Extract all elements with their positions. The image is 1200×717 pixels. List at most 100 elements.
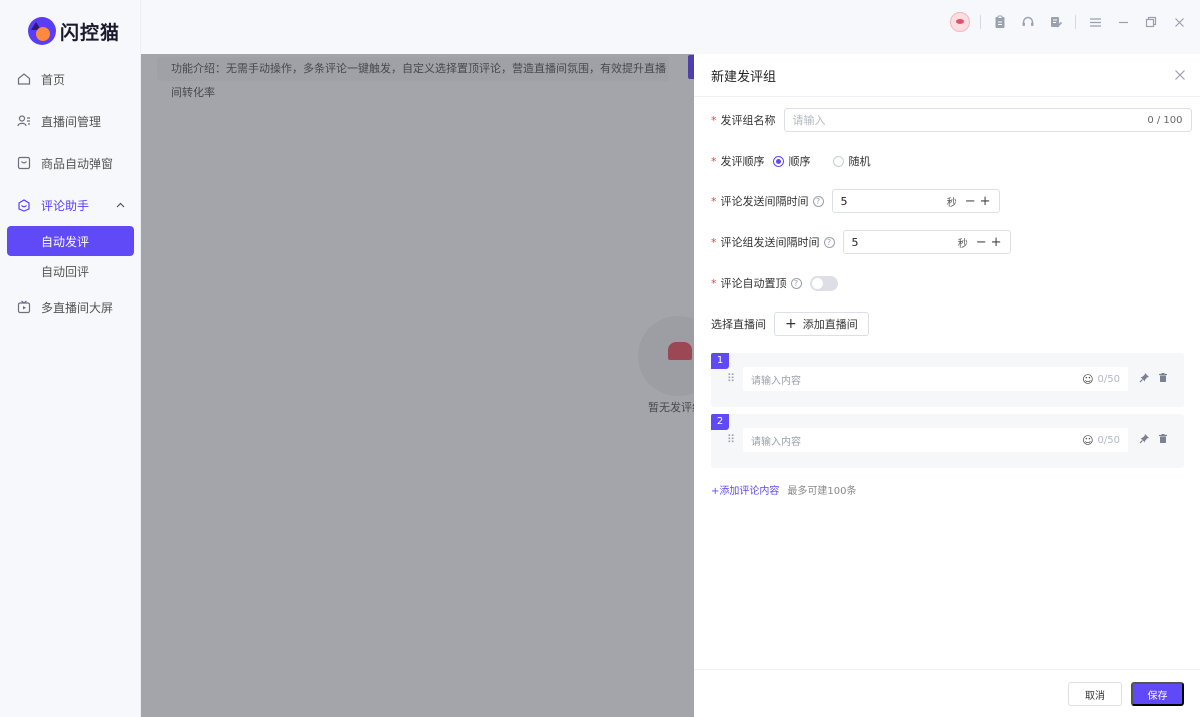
- order-label: 发评顺序: [720, 155, 765, 168]
- window-controls: [950, 12, 1188, 32]
- sidebar-item-live-room[interactable]: 直播间管理: [0, 100, 141, 142]
- char-count: 0 / 100: [1147, 114, 1183, 126]
- emoji-icon[interactable]: ☺: [1082, 434, 1093, 447]
- group-interval-input[interactable]: 5 秒 − +: [842, 230, 1011, 254]
- pin-icon[interactable]: [1139, 372, 1150, 386]
- app-logo[interactable]: 闪控猫: [28, 17, 120, 45]
- interval-row: * 评论发送间隔时间 ? 5 秒 − +: [711, 189, 1000, 213]
- order-radio-random[interactable]: 随机: [832, 153, 871, 169]
- drawer-footer: 取消 保存: [694, 669, 1200, 717]
- emoji-icon[interactable]: ☺: [1082, 373, 1093, 386]
- sidebar-item-label: 首页: [41, 72, 66, 87]
- restore-icon[interactable]: [1142, 13, 1160, 31]
- modal-overlay[interactable]: [141, 54, 694, 717]
- app-name: 闪控猫: [60, 21, 121, 44]
- order-row: * 发评顺序 顺序 随机: [711, 153, 885, 169]
- room-label: 选择直播间: [711, 318, 766, 331]
- group-name-label: 发评组名称: [720, 114, 776, 127]
- help-icon[interactable]: ?: [823, 236, 835, 248]
- drawer-header: 新建发评组: [694, 54, 1200, 97]
- plus-icon: +: [785, 316, 797, 332]
- placeholder: 请输入内容: [751, 375, 801, 387]
- comment-index: 2: [711, 414, 729, 430]
- sidebar-item-label: 评论助手: [41, 198, 90, 213]
- pin-icon[interactable]: [1139, 433, 1150, 447]
- avatar-icon[interactable]: [950, 12, 970, 32]
- add-room-button[interactable]: + 添加直播间: [774, 312, 869, 336]
- sidebar-item-label: 直播间管理: [41, 114, 102, 129]
- close-icon[interactable]: [1170, 13, 1188, 31]
- placeholder: 请输入: [792, 114, 826, 127]
- required-mark: *: [711, 276, 717, 290]
- sidebar-subitem-auto-reply[interactable]: 自动回评: [7, 256, 134, 286]
- unit-label: 秒: [946, 197, 957, 209]
- group-interval-row: * 评论组发送间隔时间 ? 5 秒 − +: [711, 230, 1011, 254]
- comment-card: 2 ⠿ 请输入内容 ☺ 0/50: [711, 414, 1184, 468]
- radio-label: 随机: [848, 155, 871, 168]
- placeholder: 请输入内容: [751, 436, 801, 448]
- comment-card: 1 ⠿ 请输入内容 ☺ 0/50: [711, 353, 1184, 407]
- char-count: 0/50: [1097, 434, 1120, 446]
- chevron-up-icon[interactable]: [116, 200, 125, 211]
- headset-icon[interactable]: [1019, 13, 1037, 31]
- interval-label: 评论发送间隔时间: [720, 195, 809, 208]
- help-icon[interactable]: ?: [812, 195, 824, 207]
- required-mark: *: [711, 235, 717, 249]
- sidebar-item-label: 自动发评: [41, 234, 90, 249]
- new-comment-group-drawer: 新建发评组 * 发评组名称 请输入 0 / 100 * 发评顺序 顺序 随机 *…: [694, 54, 1200, 717]
- group-name-input[interactable]: 请输入 0 / 100: [783, 108, 1192, 132]
- minimize-icon[interactable]: [1114, 13, 1132, 31]
- radio-dot: [832, 155, 844, 167]
- comment-input[interactable]: 请输入内容 ☺ 0/50: [743, 367, 1128, 391]
- sidebar-item-comment-helper[interactable]: 评论助手: [0, 184, 141, 226]
- autopin-toggle[interactable]: [809, 275, 838, 291]
- add-comment-hint: 最多可建100条: [787, 486, 857, 497]
- unit-label: 秒: [957, 238, 968, 250]
- divider: [980, 15, 981, 29]
- sidebar-subitem-auto-comment[interactable]: 自动发评: [7, 226, 134, 256]
- autopin-row: * 评论自动置顶 ?: [711, 275, 838, 291]
- autopin-label: 评论自动置顶: [720, 277, 787, 290]
- edit-note-icon[interactable]: [1047, 13, 1065, 31]
- tv-screen-icon: [16, 299, 32, 315]
- radio-dot: [772, 155, 784, 167]
- minus-icon[interactable]: −: [965, 194, 976, 209]
- drag-handle-icon[interactable]: ⠿: [727, 433, 735, 446]
- room-row: 选择直播间 + 添加直播间: [711, 312, 869, 336]
- order-radio-sequential[interactable]: 顺序: [772, 153, 811, 169]
- interval-value: 5: [840, 194, 848, 208]
- user-list-icon: [16, 113, 32, 129]
- interval-input[interactable]: 5 秒 − +: [831, 189, 1000, 213]
- clipboard-icon[interactable]: [991, 13, 1009, 31]
- group-name-row: * 发评组名称 请输入 0 / 100: [711, 108, 1192, 132]
- char-count: 0/50: [1097, 373, 1120, 385]
- group-interval-label: 评论组发送间隔时间: [720, 236, 820, 249]
- plus-icon[interactable]: +: [980, 194, 991, 209]
- trash-icon[interactable]: [1158, 372, 1168, 386]
- plus-icon[interactable]: +: [991, 235, 1002, 250]
- close-icon[interactable]: [1174, 66, 1186, 85]
- radio-label: 顺序: [788, 155, 811, 168]
- help-icon[interactable]: ?: [790, 277, 802, 289]
- add-comment-label: 添加评论内容: [719, 486, 780, 497]
- comment-helper-icon: [16, 197, 32, 213]
- required-mark: *: [711, 154, 717, 168]
- comment-input[interactable]: 请输入内容 ☺ 0/50: [743, 428, 1128, 452]
- sidebar-item-product-popup[interactable]: 商品自动弹窗: [0, 142, 141, 184]
- sidebar: 闪控猫 首页 直播间管理 商品自动弹窗 评论助手 自动发评 自动回评 多直播间大…: [0, 0, 141, 717]
- drag-handle-icon[interactable]: ⠿: [727, 372, 735, 385]
- minus-icon[interactable]: −: [976, 235, 987, 250]
- sidebar-item-label: 商品自动弹窗: [41, 156, 114, 171]
- add-comment-link[interactable]: +添加评论内容: [711, 482, 779, 497]
- comment-index: 1: [711, 353, 729, 369]
- cancel-button[interactable]: 取消: [1068, 682, 1122, 706]
- sidebar-item-home[interactable]: 首页: [0, 58, 141, 100]
- drawer-title: 新建发评组: [711, 69, 777, 85]
- popup-window-icon: [16, 155, 32, 171]
- trash-icon[interactable]: [1158, 433, 1168, 447]
- sidebar-item-label: 自动回评: [41, 264, 90, 279]
- save-button[interactable]: 保存: [1131, 682, 1184, 706]
- required-mark: *: [711, 194, 717, 208]
- sidebar-item-multi-screen[interactable]: 多直播间大屏: [0, 286, 141, 328]
- menu-icon[interactable]: [1086, 13, 1104, 31]
